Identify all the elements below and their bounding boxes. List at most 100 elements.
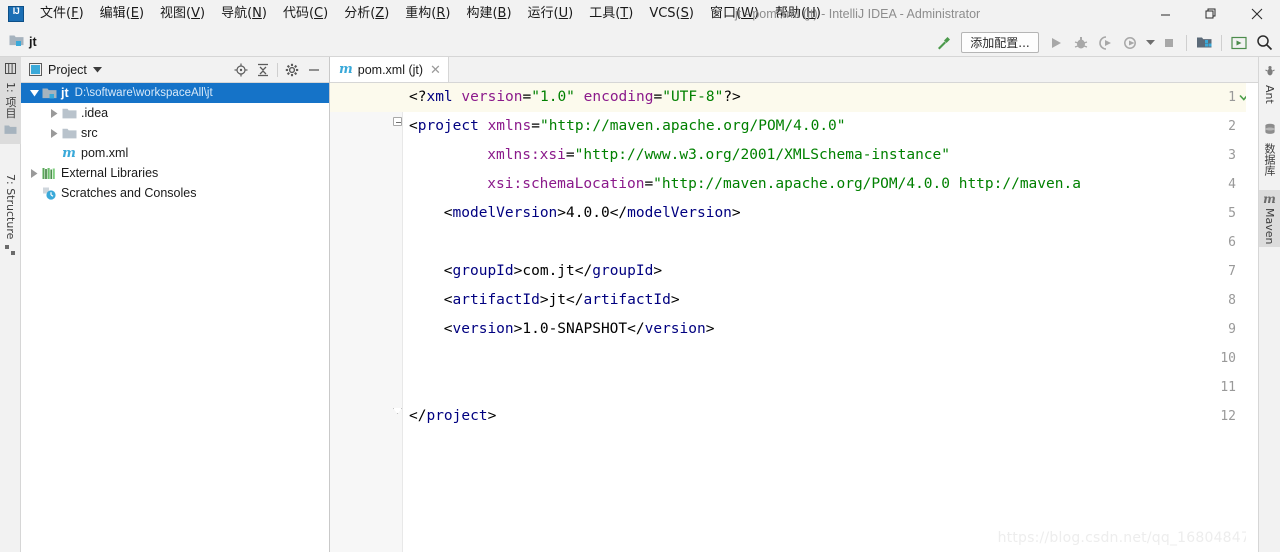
menu-item-2[interactable]: 编辑(E)	[92, 0, 152, 28]
tree-item-external-libraries[interactable]: External Libraries	[21, 163, 329, 183]
sidebar-item-project[interactable]: 1: 项目	[0, 57, 21, 145]
collapse-arrow-icon[interactable]	[27, 166, 41, 180]
ant-icon	[1264, 64, 1276, 82]
minimize-button[interactable]	[1142, 0, 1188, 28]
tree-item-jt[interactable]: jt D:\software\workspaceAll\jt	[21, 83, 329, 103]
search-icon[interactable]	[1252, 31, 1276, 55]
menu-paren: )	[628, 6, 634, 21]
add-configuration-button[interactable]: 添加配置...	[961, 32, 1039, 53]
project-tool-window: Project jt D:\software\workspaceAll\jt .…	[21, 57, 330, 552]
menu-item-label: 运行(	[527, 6, 559, 21]
code-editor[interactable]: 1 2 3 4 5 6 7 8 9 10 11 12 <?xml version="1.0" enco…	[330, 83, 1258, 552]
menu-item-8[interactable]: 构建(B)	[458, 0, 519, 28]
run-with-coverage-icon[interactable]	[1094, 31, 1118, 55]
menu-paren: )	[261, 6, 267, 21]
run-icon[interactable]	[1044, 31, 1068, 55]
code-content[interactable]: <?xml version="1.0" encoding="UTF-8"?> <p…	[403, 83, 1258, 552]
menu-item-7[interactable]: 重构(R)	[397, 0, 458, 28]
toolbar-divider	[1186, 34, 1187, 51]
collapse-arrow-icon[interactable]	[47, 106, 61, 120]
tree-item-scratches-and-consoles[interactable]: Scratches and Consoles	[21, 183, 329, 203]
tree-item-idea[interactable]: .idea	[21, 103, 329, 123]
menu-item-label: 代码(	[282, 6, 315, 21]
code-line: xmlns:xsi="http://www.w3.org/2001/XMLSch…	[487, 141, 950, 170]
code-token: "http://maven.apache.org/POM/4.0.0 http:…	[653, 176, 1081, 192]
code-token: =	[522, 89, 532, 105]
sidebar-item-structure[interactable]: 7: Structure	[0, 170, 21, 266]
sidebar-item-database-label: 数据库	[1263, 143, 1276, 176]
folder-icon	[61, 125, 77, 141]
menu-paren: )	[688, 6, 694, 21]
profile-icon[interactable]	[1119, 31, 1143, 55]
code-line: </project>	[409, 402, 496, 431]
sidebar-item-maven[interactable]: m Maven	[1259, 190, 1280, 248]
hammer-icon[interactable]	[932, 31, 956, 55]
editor-tab-bar: m pom.xml (jt) ✕	[330, 57, 1258, 83]
editor-scrollbar[interactable]	[1246, 83, 1258, 552]
menu-item-6[interactable]: 分析(Z)	[336, 0, 397, 28]
menu-item-3[interactable]: 视图(V)	[152, 0, 213, 28]
code-token: artifactId	[583, 292, 671, 308]
menu-item-label: 重构(	[405, 6, 437, 21]
code-token: "1.0"	[531, 89, 575, 105]
menu-item-label: 编辑(	[99, 6, 131, 21]
maven-file-icon: m	[62, 145, 76, 161]
chevron-down-icon[interactable]	[92, 66, 102, 73]
menu-item-10[interactable]: 工具(T)	[581, 0, 641, 28]
breadcrumb[interactable]: jt	[9, 33, 37, 52]
code-token: modelVersion	[452, 205, 558, 221]
debug-icon[interactable]	[1069, 31, 1093, 55]
code-token: version	[452, 321, 514, 337]
menu-item-5[interactable]: 代码(C)	[275, 0, 336, 28]
code-token: <	[443, 321, 453, 337]
libraries-icon	[41, 165, 57, 181]
select-in-icon[interactable]	[1227, 31, 1251, 55]
locate-icon[interactable]	[230, 59, 252, 81]
code-token: >	[670, 292, 680, 308]
code-token: ?>	[723, 89, 741, 105]
tree-item-pom-xml[interactable]: m pom.xml	[21, 143, 329, 163]
tree-item-label: Scratches and Consoles	[61, 186, 197, 200]
menu-paren: )	[506, 6, 512, 21]
tree-item-path: D:\software\workspaceAll\jt	[74, 87, 213, 99]
code-token: xsi:schemaLocation	[487, 176, 645, 192]
maximize-restore-button[interactable]	[1188, 0, 1234, 28]
code-token: >	[653, 263, 663, 279]
menu-item-4[interactable]: 导航(N)	[213, 0, 275, 28]
expand-arrow-icon[interactable]	[27, 86, 41, 100]
code-token: <?	[409, 89, 427, 105]
chevron-down-icon[interactable]	[1144, 31, 1156, 55]
project-structure-icon[interactable]	[1192, 31, 1216, 55]
intellij-idea-window: 文件(F)编辑(E)视图(V)导航(N)代码(C)分析(Z)重构(R)构建(B)…	[0, 0, 1280, 552]
collapse-arrow-icon[interactable]	[47, 126, 61, 140]
sidebar-item-ant[interactable]: Ant	[1259, 61, 1280, 107]
sidebar-item-project-label: 1: 项目	[4, 82, 17, 119]
close-button[interactable]	[1234, 0, 1280, 28]
tree-item-src[interactable]: src	[21, 123, 329, 143]
code-token: xmlns	[487, 118, 532, 134]
right-tool-window-strip: Ant 数据库 m Maven	[1258, 57, 1280, 552]
project-folder-icon	[4, 122, 17, 140]
settings-gear-icon[interactable]	[281, 59, 303, 81]
menu-item-11[interactable]: VCS(S)	[641, 0, 702, 28]
collapse-all-icon[interactable]	[252, 59, 274, 81]
tab-pom-xml[interactable]: m pom.xml (jt) ✕	[330, 57, 449, 82]
code-line: <?xml version="1.0" encoding="UTF-8"?>	[409, 83, 741, 112]
stop-icon[interactable]	[1157, 31, 1181, 55]
menu-item-1[interactable]: 文件(F)	[32, 0, 92, 28]
menu-paren: )	[200, 6, 206, 21]
code-token: </	[627, 321, 645, 337]
close-icon[interactable]: ✕	[428, 63, 441, 76]
sidebar-item-database[interactable]: 数据库	[1259, 119, 1280, 179]
window-title: jt - pom.xml (jt) - IntelliJ IDEA - Admi…	[735, 7, 981, 21]
menu-mnemonic: V	[191, 6, 200, 21]
main-toolbar: 添加配置...	[932, 28, 1276, 57]
code-token: =	[644, 176, 654, 192]
tree-item-label: External Libraries	[61, 166, 159, 180]
editor-area: m pom.xml (jt) ✕ 1 2 3 4 5 6 7 8 9 10 11 12 <?xml v…	[330, 57, 1258, 552]
code-token: <	[443, 292, 453, 308]
hide-icon[interactable]	[303, 59, 325, 81]
menu-item-9[interactable]: 运行(U)	[520, 0, 582, 28]
database-icon	[1264, 122, 1276, 140]
code-token: com.jt	[522, 263, 575, 279]
